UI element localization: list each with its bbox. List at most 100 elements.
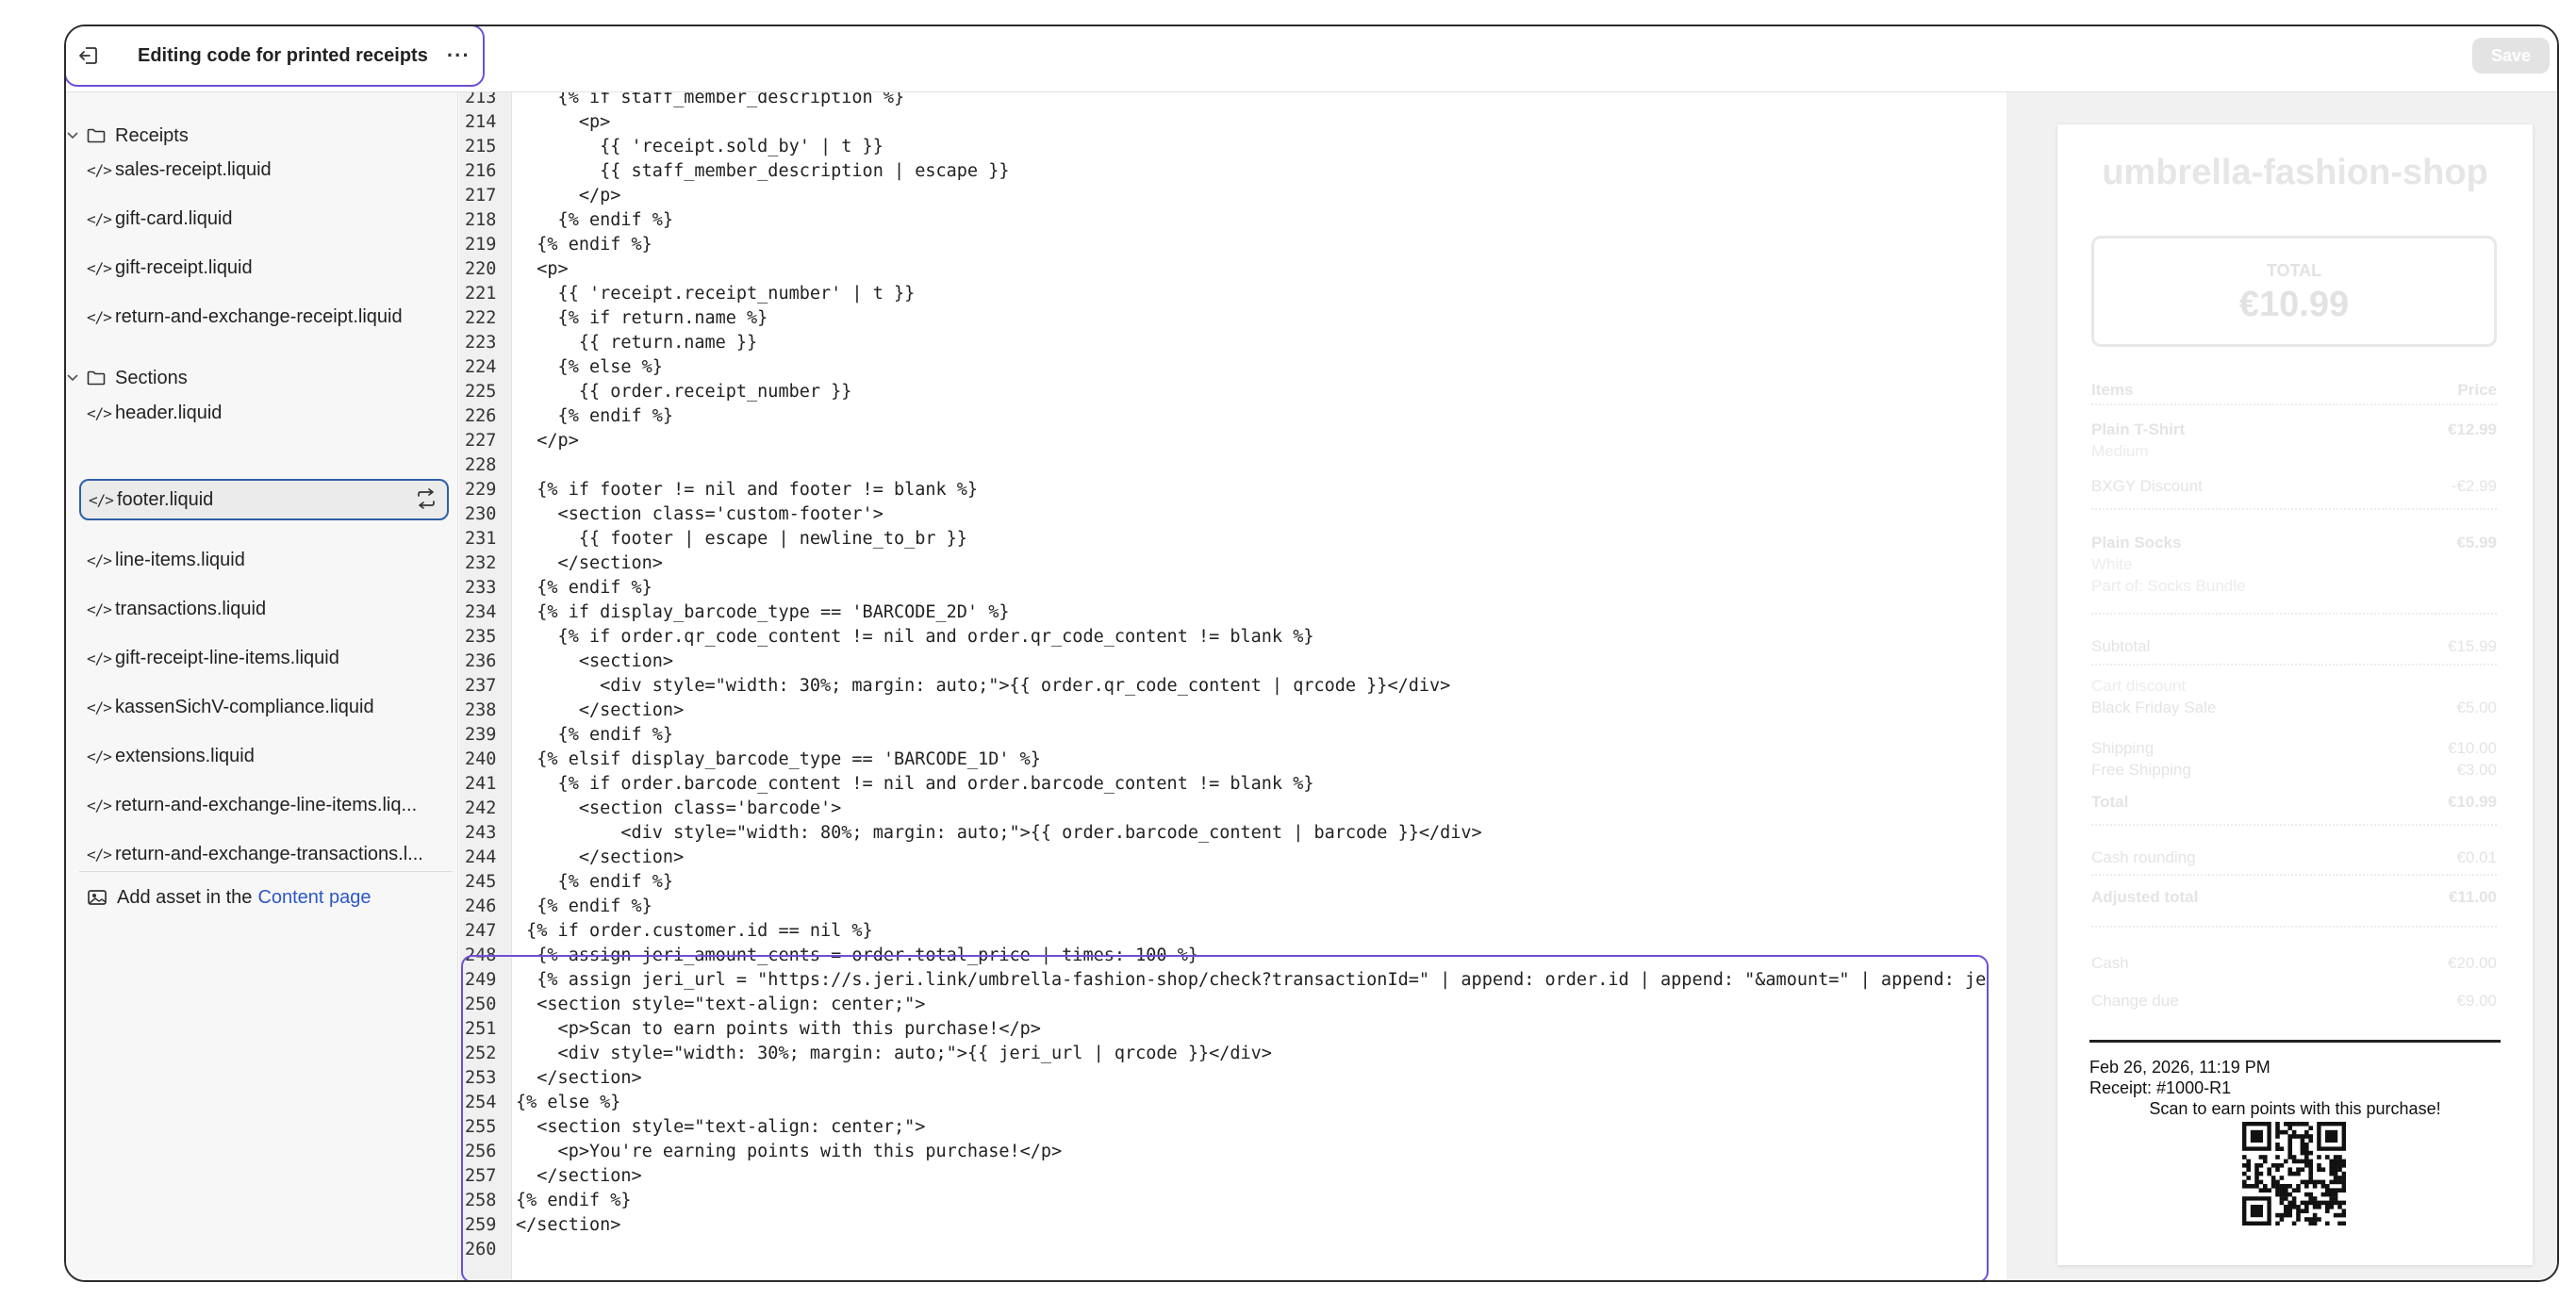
line-content[interactable]: </section> — [512, 1066, 641, 1091]
line-content[interactable]: {% endif %} — [512, 404, 674, 429]
line-content[interactable]: {% assign jeri_url = "https://s.jeri.lin… — [512, 968, 1986, 993]
code-line[interactable]: 254 {% else %} — [459, 1091, 2006, 1115]
content-page-link[interactable]: Content page — [257, 887, 371, 909]
file-line-items[interactable]: </> line-items.liquid — [79, 541, 449, 579]
code-line[interactable]: 258 {% endif %} — [459, 1189, 2006, 1213]
file-transactions[interactable]: </> transactions.liquid — [79, 590, 449, 628]
swap-icon[interactable] — [415, 488, 438, 509]
code-line[interactable]: 245 {% endif %} — [459, 870, 2006, 895]
code-line[interactable]: 235 {% if order.qr_code_content != nil a… — [459, 625, 2006, 650]
line-content[interactable]: <section class='barcode'> — [512, 797, 841, 821]
line-content[interactable]: {% elsif display_barcode_type == 'BARCOD… — [512, 748, 1041, 772]
code-line[interactable]: 225 {{ order.receipt_number }} — [459, 380, 2006, 404]
folder-sections[interactable]: Sections — [66, 362, 188, 394]
code-line[interactable]: 244 </section> — [459, 846, 2006, 870]
code-line[interactable]: 260 — [459, 1238, 2006, 1262]
code-line[interactable]: 217 </p> — [459, 184, 2006, 208]
line-content[interactable]: <section style="text-align: center;"> — [512, 993, 925, 1017]
code-line[interactable]: 255 <section style="text-align: center;"… — [459, 1115, 2006, 1140]
exit-button[interactable] — [74, 41, 102, 70]
line-content[interactable]: <p> — [512, 257, 568, 282]
code-line[interactable]: 223 {{ return.name }} — [459, 331, 2006, 355]
code-line[interactable]: 215 {{ 'receipt.sold_by' | t }} — [459, 135, 2006, 159]
line-content[interactable]: {{ return.name }} — [512, 331, 757, 355]
line-content[interactable]: {% endif %} — [512, 576, 652, 600]
line-content[interactable]: {% if footer != nil and footer != blank … — [512, 478, 978, 502]
line-content[interactable]: {{ 'receipt.receipt_number' | t }} — [512, 282, 916, 306]
line-content[interactable]: <section style="text-align: center;"> — [512, 1115, 925, 1140]
code-line[interactable]: 221 {{ 'receipt.receipt_number' | t }} — [459, 282, 2006, 306]
code-line[interactable]: 226 {% endif %} — [459, 404, 2006, 429]
line-content[interactable]: </p> — [512, 429, 579, 453]
file-header[interactable]: </> header.liquid — [79, 394, 449, 432]
line-content[interactable]: {% if return.name %} — [512, 306, 768, 331]
line-content[interactable]: {% endif %} — [512, 233, 652, 257]
line-content[interactable]: </p> — [512, 184, 621, 208]
folder-receipts[interactable]: Receipts — [66, 120, 189, 152]
line-content[interactable]: <p>Scan to earn points with this purchas… — [512, 1017, 1041, 1042]
code-line[interactable]: 240 {% elsif display_barcode_type == 'BA… — [459, 748, 2006, 772]
file-return-and-exchange-transactions[interactable]: </> return-and-exchange-transactions.l..… — [79, 835, 449, 873]
code-line[interactable]: 242 <section class='barcode'> — [459, 797, 2006, 821]
code-line[interactable]: 243 <div style="width: 80%; margin: auto… — [459, 821, 2006, 846]
code-line[interactable]: 238 </section> — [459, 699, 2006, 723]
line-content[interactable]: </section> — [512, 551, 663, 576]
line-content[interactable]: <section class='custom-footer'> — [512, 502, 883, 527]
code-line[interactable]: 239 {% endif %} — [459, 723, 2006, 748]
code-line[interactable]: 237 <div style="width: 30%; margin: auto… — [459, 674, 2006, 699]
line-content[interactable] — [512, 453, 516, 478]
file-kassensichv-compliance[interactable]: </> kassenSichV-compliance.liquid — [79, 688, 449, 726]
line-content[interactable]: {% endif %} — [512, 1189, 632, 1213]
code-line[interactable]: 219 {% endif %} — [459, 233, 2006, 257]
line-content[interactable]: {% endif %} — [512, 895, 652, 919]
code-line[interactable]: 249 {% assign jeri_url = "https://s.jeri… — [459, 968, 2006, 993]
line-content[interactable]: {% assign jeri_amount_cents = order.tota… — [512, 944, 1198, 968]
code-line[interactable]: 252 <div style="width: 30%; margin: auto… — [459, 1042, 2006, 1066]
line-content[interactable]: {{ staff_member_description | escape }} — [512, 159, 1009, 184]
line-content[interactable]: <div style="width: 80%; margin: auto;">{… — [512, 821, 1481, 846]
code-lines[interactable]: 213 {% if staff_member_description %} 214… — [459, 92, 2006, 1262]
line-content[interactable]: </section> — [512, 846, 684, 870]
line-content[interactable]: {% endif %} — [512, 870, 674, 895]
more-actions-button[interactable]: ··· — [447, 45, 471, 66]
file-footer[interactable]: </> footer.liquid — [79, 479, 449, 520]
code-line[interactable]: 229 {% if footer != nil and footer != bl… — [459, 478, 2006, 502]
line-content[interactable]: {% if order.barcode_content != nil and o… — [512, 772, 1314, 797]
file-sales-receipt[interactable]: </> sales-receipt.liquid — [79, 151, 449, 189]
code-editor[interactable]: 213 {% if staff_member_description %} 214… — [459, 92, 2006, 1280]
code-line[interactable]: 220 <p> — [459, 257, 2006, 282]
file-gift-card[interactable]: </> gift-card.liquid — [79, 200, 449, 238]
code-line[interactable]: 216 {{ staff_member_description | escape… — [459, 159, 2006, 184]
code-line[interactable]: 213 {% if staff_member_description %} — [459, 92, 2006, 110]
code-line[interactable]: 247 {% if order.customer.id == nil %} — [459, 919, 2006, 944]
code-line[interactable]: 222 {% if return.name %} — [459, 306, 2006, 331]
line-content[interactable]: {% else %} — [512, 1091, 620, 1115]
line-content[interactable]: {{ 'receipt.sold_by' | t }} — [512, 135, 883, 159]
line-content[interactable] — [512, 1238, 516, 1262]
code-line[interactable]: 246 {% endif %} — [459, 895, 2006, 919]
code-line[interactable]: 231 {{ footer | escape | newline_to_br }… — [459, 527, 2006, 551]
code-line[interactable]: 230 <section class='custom-footer'> — [459, 502, 2006, 527]
code-line[interactable]: 218 {% endif %} — [459, 208, 2006, 233]
file-gift-receipt-line-items[interactable]: </> gift-receipt-line-items.liquid — [79, 639, 449, 677]
code-line[interactable]: 250 <section style="text-align: center;"… — [459, 993, 2006, 1017]
line-content[interactable]: {{ footer | escape | newline_to_br }} — [512, 527, 967, 551]
line-content[interactable]: </section> — [512, 1164, 641, 1189]
line-content[interactable]: {% if order.qr_code_content != nil and o… — [512, 625, 1314, 650]
line-content[interactable]: <p> — [512, 110, 610, 135]
code-line[interactable]: 232 </section> — [459, 551, 2006, 576]
code-line[interactable]: 214 <p> — [459, 110, 2006, 135]
code-line[interactable]: 251 <p>Scan to earn points with this pur… — [459, 1017, 2006, 1042]
code-line[interactable]: 241 {% if order.barcode_content != nil a… — [459, 772, 2006, 797]
line-content[interactable]: {% endif %} — [512, 208, 674, 233]
line-content[interactable]: </section> — [512, 1213, 620, 1238]
code-line[interactable]: 248 {% assign jeri_amount_cents = order.… — [459, 944, 2006, 968]
code-line[interactable]: 256 <p>You're earning points with this p… — [459, 1140, 2006, 1164]
line-content[interactable]: <p>You're earning points with this purch… — [512, 1140, 1063, 1164]
line-content[interactable]: <div style="width: 30%; margin: auto;">{… — [512, 1042, 1272, 1066]
line-content[interactable]: {% if display_barcode_type == 'BARCODE_2… — [512, 600, 1009, 625]
line-content[interactable]: {% if staff_member_description %} — [512, 92, 905, 110]
code-line[interactable]: 228 — [459, 453, 2006, 478]
line-content[interactable]: {% if order.customer.id == nil %} — [512, 919, 873, 944]
code-line[interactable]: 236 <section> — [459, 650, 2006, 674]
